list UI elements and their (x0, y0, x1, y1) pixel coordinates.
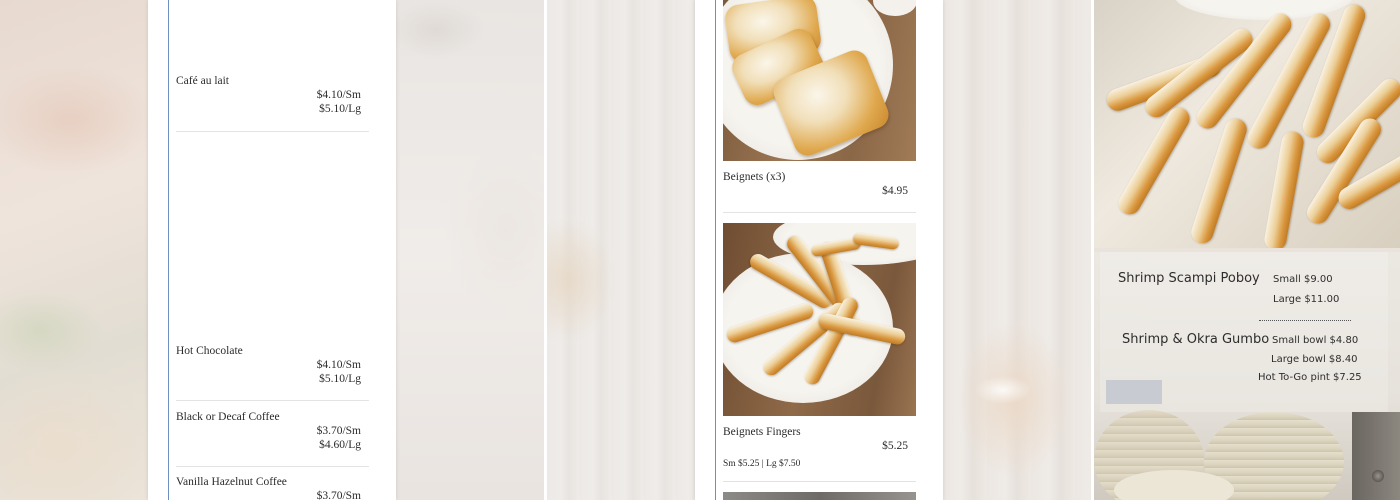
background-panel-center-left (396, 0, 544, 500)
menu-item-name: Beignets (x3) (723, 171, 786, 183)
menu-item-name: Café au lait (176, 75, 230, 87)
sign-item-price: Small $9.00 (1273, 274, 1333, 285)
drinks-menu-card: Café au lait $4.10/Sm $5.10/Lg Hot Choco… (148, 0, 396, 500)
menu-item-name: Hot Chocolate (176, 345, 243, 357)
menu-item-size-note: Sm $5.25 | Lg $7.50 (723, 459, 801, 469)
sign-divider (1259, 320, 1351, 321)
sign-item-price: Small bowl $4.80 (1272, 335, 1359, 346)
item-separator (723, 212, 916, 213)
card-mid-rule (715, 0, 716, 500)
menu-item-price: $4.10/Sm (316, 89, 361, 101)
sign-item-title: Shrimp & Okra Gumbo (1122, 332, 1270, 347)
beignet-fingers-photo[interactable] (723, 223, 916, 416)
background-panel-left (0, 0, 148, 500)
menu-item-name: Beignets Fingers (723, 426, 801, 438)
menu-item-price: $5.10/Lg (319, 373, 361, 385)
next-item-photo[interactable] (723, 492, 916, 500)
beignet-finger-icon (1262, 130, 1306, 248)
menu-item-hot-chocolate[interactable]: Hot Chocolate $4.10/Sm $5.10/Lg (176, 344, 368, 386)
menu-item-price: $3.70/Sm (316, 425, 361, 437)
sign-item-price: Large $11.00 (1273, 294, 1340, 305)
beignet-finger-icon (1188, 115, 1250, 247)
display-stand (1352, 412, 1400, 500)
menu-item-price: $4.60/Lg (319, 439, 361, 451)
item-separator (176, 131, 369, 132)
beignets-menu-card: Beignets (x3) $4.95 Beignets Fingers $5.… (695, 0, 943, 500)
menu-item-name: Vanilla Hazelnut Coffee (176, 476, 287, 488)
menu-item-name: Black or Decaf Coffee (176, 411, 280, 423)
menu-item-price: $5.10/Lg (319, 103, 361, 115)
beignets-photo[interactable] (723, 0, 916, 161)
menu-item-beignets[interactable]: Beignets (x3) $4.95 (723, 170, 915, 198)
beignet-finger-icon (1114, 103, 1194, 219)
screw-icon (1372, 470, 1384, 482)
background-panel-center-right (547, 0, 695, 500)
sign-tape (1106, 380, 1162, 404)
sign-item-price: Large bowl $8.40 (1271, 354, 1358, 365)
menu-item-price: $4.10/Sm (316, 359, 361, 371)
background-panel-right (943, 0, 1091, 500)
card-left-rule (168, 0, 169, 500)
menu-item-cafe-au-lait[interactable]: Café au lait $4.10/Sm $5.10/Lg (176, 74, 368, 116)
menu-item-price: $4.95 (882, 185, 908, 197)
cup-icon (873, 0, 916, 16)
menu-item-black-coffee[interactable]: Black or Decaf Coffee $3.70/Sm $4.60/Lg (176, 410, 368, 452)
menu-item-price: $5.25 (882, 440, 908, 452)
beignet-fingers-closeup-photo[interactable] (1094, 0, 1400, 248)
menu-item-price: $3.70/Sm (316, 490, 361, 500)
sign-item-price: Hot To-Go pint $7.25 (1258, 372, 1362, 383)
item-separator (723, 481, 916, 482)
menu-item-beignet-fingers[interactable]: Beignets Fingers $5.25 Sm $5.25 | Lg $7.… (723, 425, 915, 469)
item-separator (176, 466, 369, 467)
menu-item-vanilla-hazelnut-coffee[interactable]: Vanilla Hazelnut Coffee $3.70/Sm (176, 475, 368, 500)
item-separator (176, 400, 369, 401)
specials-sign-photo[interactable]: Shrimp Scampi Poboy Small $9.00 Large $1… (1094, 252, 1400, 500)
sign-item-title: Shrimp Scampi Poboy (1118, 271, 1260, 286)
